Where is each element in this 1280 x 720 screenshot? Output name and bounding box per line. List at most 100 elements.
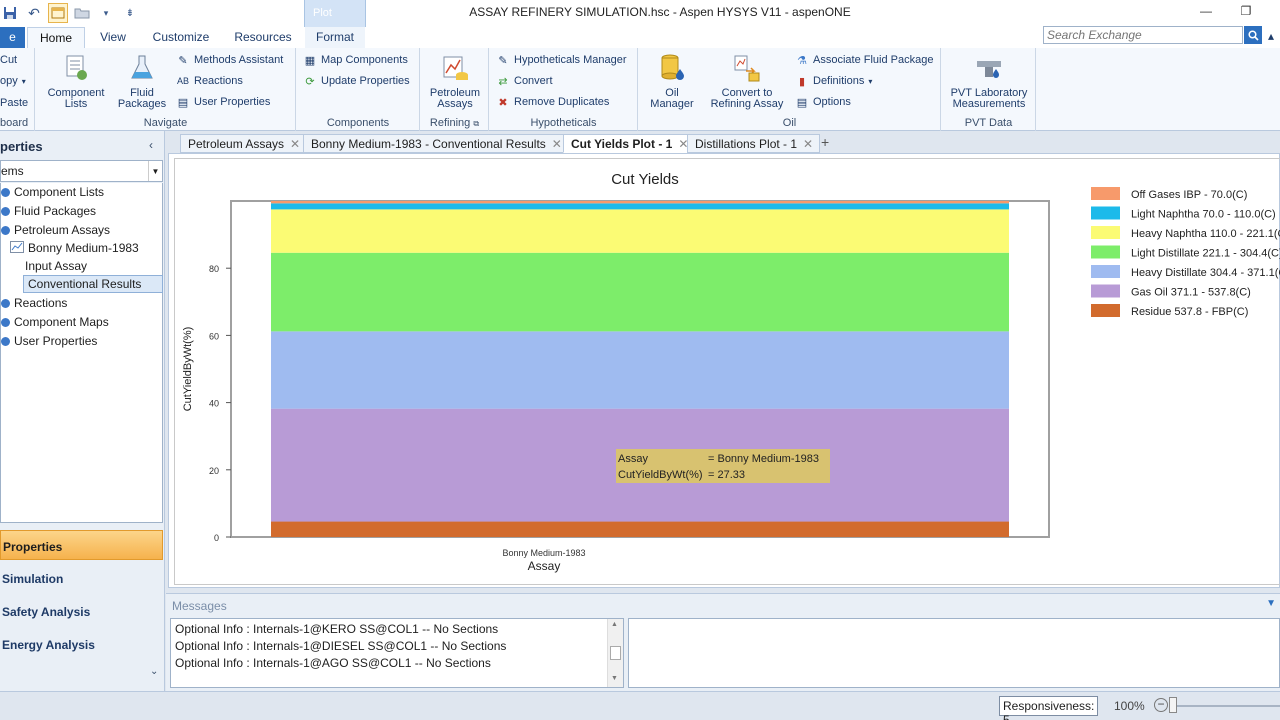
tree-item-fluid-packages[interactable]: Fluid Packages <box>1 202 96 220</box>
update-properties-label: Update Properties <box>321 75 410 87</box>
refining-group-label: Refining ⧉ <box>421 117 488 129</box>
scroll-up-icon[interactable]: ▲ <box>611 621 618 628</box>
tree-item-component-maps[interactable]: Component Maps <box>1 313 109 331</box>
tree-item-reactions[interactable]: Reactions <box>1 294 67 312</box>
oil-manager-button[interactable]: Oil Manager <box>643 52 701 110</box>
copy-dropdown-icon: ▾ <box>21 76 26 86</box>
nav-more-icon[interactable]: ⌄ <box>150 666 158 677</box>
update-properties-button[interactable]: ⟳ Update Properties <box>303 72 410 90</box>
nav-properties-button[interactable]: Properties <box>0 530 163 560</box>
plot-canvas[interactable]: Cut Yields 0 20 40 60 80 CutYieldByWt(%) Bonny … <box>174 158 1280 585</box>
tab-cut-yields-plot[interactable]: Cut Yields Plot - 1 ✕ <box>563 134 696 153</box>
nav-safety-analysis-button[interactable]: Safety Analysis <box>0 596 163 626</box>
qat-dropdown-icon[interactable]: ▾ <box>96 3 116 23</box>
tab-label: Distillations Plot - 1 <box>695 137 798 151</box>
pane-filter-value: ems <box>1 164 24 178</box>
cut-yields-chart[interactable]: Cut Yields 0 20 40 60 80 CutYieldByWt(%) Bonny … <box>175 159 1280 584</box>
user-properties-button[interactable]: ▤ User Properties <box>176 93 271 111</box>
petroleum-assays-button[interactable]: Petroleum Assays <box>425 52 485 110</box>
minimize-button[interactable]: — <box>1196 4 1216 22</box>
hypotheticals-manager-button[interactable]: ✎ Hypotheticals Manager <box>496 51 627 69</box>
close-icon[interactable]: ✕ <box>290 137 300 151</box>
copy-button[interactable]: opy ▾ <box>0 72 26 90</box>
pane-filter-dropdown[interactable]: ems ▼ <box>0 160 163 182</box>
legend-swatch <box>1091 187 1120 200</box>
paste-button[interactable]: Paste <box>0 94 28 112</box>
tree-item-label: Input Assay <box>25 259 88 273</box>
remove-duplicates-button[interactable]: ✖ Remove Duplicates <box>496 93 609 111</box>
refining-label-text: Refining <box>429 117 471 129</box>
tree-item-bonny-medium[interactable]: Bonny Medium-1983 <box>10 239 139 257</box>
zoom-slider-thumb[interactable] <box>1169 697 1177 713</box>
navigation-pane: perties ‹ ems ▼ Component Lists Fluid Pa… <box>0 131 165 691</box>
associate-fluid-package-label: Associate Fluid Package <box>813 54 934 66</box>
fluid-packages-button[interactable]: Fluid Packages <box>116 52 168 110</box>
tab-petroleum-assays[interactable]: Petroleum Assays ✕ <box>180 134 308 153</box>
tab-format[interactable]: Format <box>305 27 365 48</box>
bar-segment <box>271 209 1009 253</box>
tree-item-input-assay[interactable]: Input Assay <box>25 257 87 275</box>
dialog-launcher-icon[interactable]: ⧉ <box>473 119 479 128</box>
search-exchange-input[interactable] <box>1043 26 1243 44</box>
nav-energy-analysis-button[interactable]: Energy Analysis <box>0 629 163 659</box>
zoom-slider[interactable] <box>1170 705 1280 707</box>
undo-icon[interactable]: ↶ <box>24 3 44 23</box>
legend-label: Residue 537.8 - FBP(C) <box>1131 306 1248 318</box>
definitions-button[interactable]: ▮ Definitions ▾ <box>795 72 872 90</box>
tab-distillations-plot[interactable]: Distillations Plot - 1 ✕ <box>687 134 821 153</box>
responsiveness-indicator[interactable]: Responsiveness: 5 <box>999 696 1098 720</box>
restore-button[interactable]: ❐ <box>1236 4 1256 22</box>
convert-button[interactable]: ⇄ Convert <box>496 72 552 90</box>
clipboard-group-label: board <box>0 117 29 129</box>
open-folder-icon[interactable] <box>72 3 92 23</box>
bar-segment <box>271 252 1009 332</box>
chevron-down-icon[interactable]: ▼ <box>148 161 162 181</box>
tab-view[interactable]: View <box>90 27 136 48</box>
associate-fluid-package-button[interactable]: ⚗ Associate Fluid Package <box>795 51 933 69</box>
tab-customize[interactable]: Customize <box>145 27 217 48</box>
tab-conventional-results[interactable]: Bonny Medium-1983 - Conventional Results… <box>303 134 569 153</box>
ribbon-collapse-icon[interactable]: ▴ <box>1268 29 1274 43</box>
methods-assistant-button[interactable]: ✎ Methods Assistant <box>176 51 283 69</box>
messages-scrollbar[interactable]: ▲ ▼ <box>607 619 623 687</box>
collapse-pane-icon[interactable]: ‹ <box>149 138 153 152</box>
map-components-button[interactable]: ▦ Map Components <box>303 51 408 69</box>
search-icon[interactable] <box>1244 26 1262 44</box>
tree-item-petroleum-assays[interactable]: Petroleum Assays <box>1 221 110 239</box>
tree-item-conventional-results[interactable]: Conventional Results <box>23 275 163 293</box>
reactions-button[interactable]: AB Reactions <box>176 72 243 90</box>
scroll-thumb[interactable] <box>610 646 621 660</box>
tab-resources[interactable]: Resources <box>228 27 298 48</box>
component-lists-button[interactable]: Component Lists <box>42 52 110 110</box>
document-tabs: Petroleum Assays ✕ Bonny Medium-1983 - Co… <box>168 133 1280 153</box>
close-icon[interactable]: ✕ <box>803 137 813 151</box>
close-icon[interactable]: ✕ <box>552 137 562 151</box>
definitions-dropdown-icon: ▾ <box>868 76 873 86</box>
convert-to-refining-assay-button[interactable]: Convert to Refining Assay <box>705 52 789 110</box>
scroll-down-icon[interactable]: ▼ <box>611 675 618 682</box>
message-detail-area[interactable] <box>628 618 1280 688</box>
folder-icon <box>1 298 10 308</box>
y-tick-label: 60 <box>209 331 219 341</box>
zoom-out-icon[interactable]: − <box>1154 698 1168 712</box>
legend-label: Off Gases IBP - 70.0(C) <box>1131 189 1247 201</box>
hypotheticals-manager-label: Hypotheticals Manager <box>514 54 627 66</box>
tree-item-user-properties[interactable]: User Properties <box>1 332 97 350</box>
options-button[interactable]: ▤ Options <box>795 93 851 111</box>
save-icon[interactable] <box>0 3 20 23</box>
remove-duplicates-icon: ✖ <box>498 96 508 109</box>
window-icon[interactable] <box>48 3 68 23</box>
tree-item-component-lists[interactable]: Component Lists <box>1 183 104 201</box>
messages-dropdown-icon[interactable]: ▼ <box>1266 598 1276 609</box>
status-bar: Responsiveness: 5 100% − <box>0 691 1280 720</box>
tab-file[interactable]: e <box>0 27 25 48</box>
nav-simulation-button[interactable]: Simulation <box>0 563 163 593</box>
bar-segment <box>271 331 1009 409</box>
convert-icon: ⇄ <box>498 75 508 88</box>
tab-home[interactable]: Home <box>27 27 85 48</box>
cut-button[interactable]: Cut <box>0 51 17 69</box>
messages-list[interactable]: Optional Info : Internals-1@KERO SS@COL1… <box>170 618 624 688</box>
add-tab-icon[interactable]: + <box>821 134 829 150</box>
customize-qat-icon[interactable]: ⇟ <box>120 3 140 23</box>
pvt-lab-button[interactable]: PVT Laboratory Measurements <box>946 52 1032 110</box>
